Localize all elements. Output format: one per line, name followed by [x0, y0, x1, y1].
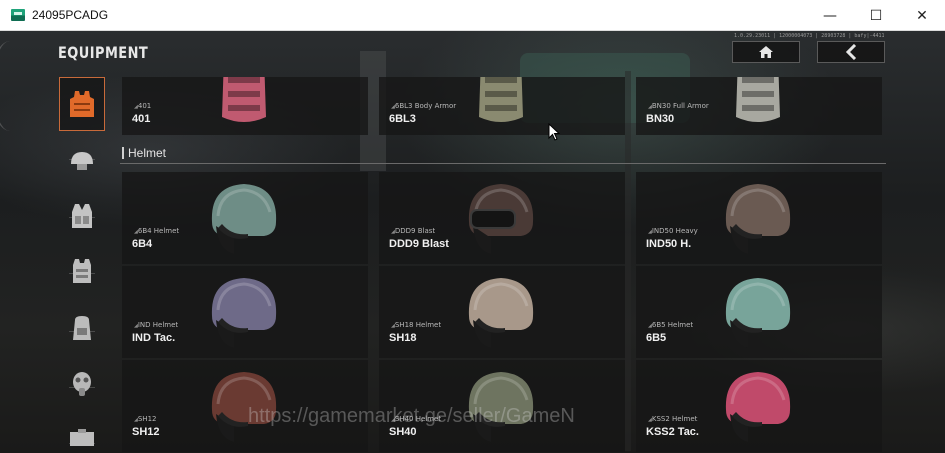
helmet-image: [211, 184, 277, 254]
item-subtitle: SH12: [134, 415, 157, 423]
window-titlebar: 24095PCADG — ☐ ✕: [0, 0, 945, 31]
app-icon: [11, 9, 25, 21]
rail-item-vest[interactable]: [59, 77, 105, 131]
item-subtitle: KSS2 Helmet: [648, 415, 698, 423]
window-title: 24095PCADG: [32, 8, 109, 22]
back-button[interactable]: [817, 41, 885, 63]
helmet-card[interactable]: IND Helmet IND Tac.: [122, 266, 368, 358]
armor-card[interactable]: BN30 Full Armor BN30: [636, 77, 882, 135]
backpack-icon: [73, 316, 91, 340]
vest-icon: [70, 91, 94, 117]
mouse-cursor-icon: [548, 123, 560, 141]
game-viewport: EQUIPMENT 1.0.29.23011 | 12000004073 | 2…: [0, 31, 945, 453]
rail-item-case[interactable]: [59, 411, 105, 453]
armor-image: [736, 77, 780, 122]
build-info: 1.0.29.23011 | 12000004073 | 28903728 | …: [734, 33, 884, 39]
helmet-image: [725, 184, 791, 254]
helmet-image: [211, 278, 277, 348]
item-name: SH18: [389, 332, 417, 344]
item-name: 6B5: [646, 332, 667, 344]
rail-item-rig[interactable]: [59, 189, 105, 243]
rail-item-helmet[interactable]: [59, 134, 105, 188]
item-name: BN30: [646, 113, 675, 125]
section-label: Helmet: [128, 146, 167, 160]
helmet-section-header: Helmet: [120, 144, 886, 164]
item-subtitle: DDD9 Blast: [391, 227, 435, 235]
section-marker: [122, 147, 124, 159]
gas-mask-icon: [73, 372, 91, 396]
item-subtitle: IND50 Heavy: [648, 227, 698, 235]
item-name: KSS2 Tac.: [646, 426, 699, 438]
item-name: 6B4: [132, 238, 153, 250]
watermark: https://gamemarket.ge/seller/GameN: [248, 405, 575, 427]
armor-card[interactable]: 401401: [122, 77, 368, 135]
helmet-card[interactable]: 6B4 Helmet 6B4: [122, 172, 368, 264]
case-icon: [70, 429, 94, 446]
rail-item-backpack[interactable]: [59, 301, 105, 355]
plate-carrier-icon: [73, 259, 91, 283]
item-subtitle: 401: [134, 102, 151, 110]
armor-image: [222, 77, 266, 122]
helmet-image: [725, 372, 791, 442]
close-button[interactable]: ✕: [899, 0, 945, 31]
item-subtitle: 6B5 Helmet: [648, 321, 693, 329]
item-name: 6BL3: [389, 113, 416, 125]
item-subtitle: 6BL3 Body Armor: [391, 102, 456, 110]
helmet-image: [468, 184, 534, 254]
chevron-left-icon: [845, 44, 857, 60]
item-subtitle: BN30 Full Armor: [648, 102, 709, 110]
item-name: IND50 H.: [646, 238, 692, 250]
helmet-card[interactable]: KSS2 Helmet KSS2 Tac.: [636, 360, 882, 452]
window-controls: — ☐ ✕: [807, 0, 945, 31]
page-title: EQUIPMENT: [58, 43, 149, 62]
item-subtitle: 6B4 Helmet: [134, 227, 179, 235]
armor-image: [479, 77, 523, 122]
minimize-button[interactable]: —: [807, 0, 853, 31]
rail-item-gas-mask[interactable]: [59, 357, 105, 411]
helmet-card[interactable]: DDD9 Blast DDD9 Blast: [379, 172, 625, 264]
item-name: 401: [132, 113, 151, 125]
item-name: SH12: [132, 426, 160, 438]
home-button[interactable]: [732, 41, 800, 63]
rail-item-plate-carrier[interactable]: [59, 244, 105, 298]
helmet-image: [725, 278, 791, 348]
helmet-card[interactable]: 6B5 Helmet 6B5: [636, 266, 882, 358]
helmet-card[interactable]: SH18 Helmet SH18: [379, 266, 625, 358]
item-subtitle: IND Helmet: [134, 321, 178, 329]
background-post: [625, 71, 631, 451]
home-icon: [759, 46, 773, 58]
item-name: DDD9 Blast: [389, 238, 449, 250]
helmet-card[interactable]: IND50 Heavy IND50 H.: [636, 172, 882, 264]
armor-card[interactable]: 6BL3 Body Armor 6BL3: [379, 77, 625, 135]
helmet-image: [468, 278, 534, 348]
item-name: IND Tac.: [132, 332, 176, 344]
item-subtitle: SH18 Helmet: [391, 321, 441, 329]
maximize-button[interactable]: ☐: [853, 0, 899, 31]
background-arc: [0, 41, 30, 131]
helmet-icon: [71, 152, 93, 170]
rig-icon: [72, 204, 92, 228]
